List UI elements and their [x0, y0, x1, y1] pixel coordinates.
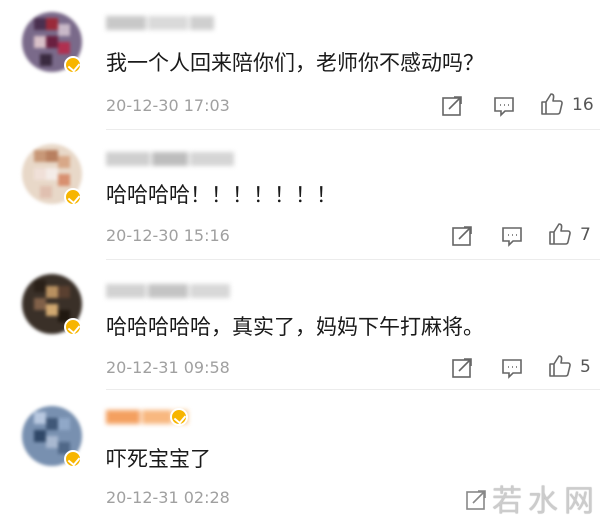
verified-badge-icon [64, 318, 82, 336]
like-count: 16 [572, 95, 594, 115]
watermark-text: 若水网 [492, 484, 600, 519]
comment-time: 20-12-30 17:03 [106, 96, 230, 115]
verified-badge-icon [64, 450, 82, 468]
comment-text: 我一个人回来陪你们，老师你不感动吗？ [106, 51, 484, 75]
comment-time: 20-12-31 09:58 [106, 358, 230, 377]
comment-time: 20-12-31 02:28 [106, 488, 230, 507]
comment-text: 哈哈哈哈哈，真实了，妈妈下午打麻将。 [106, 315, 484, 339]
like-count: 5 [580, 357, 591, 377]
verified-badge-icon [64, 188, 82, 206]
username-blurred[interactable] [106, 14, 216, 32]
username-blurred[interactable] [106, 282, 232, 300]
comment-item: 哈哈哈哈！！！！！！！ 20-12-30 15:16 7 [0, 130, 600, 260]
username-blurred[interactable] [106, 150, 236, 168]
share-icon[interactable] [450, 356, 474, 380]
comment-text: 哈哈哈哈！！！！！！！ [106, 183, 337, 207]
share-icon[interactable] [440, 94, 464, 118]
thumbs-up-icon[interactable] [548, 354, 572, 378]
verified-badge-icon [170, 408, 188, 426]
comment-item: 哈哈哈哈哈，真实了，妈妈下午打麻将。 20-12-31 09:58 5 [0, 260, 600, 390]
watermark: 若水网 [466, 482, 600, 522]
verified-badge-icon [64, 56, 82, 74]
comment-icon[interactable] [500, 356, 524, 380]
comment-text: 吓死宝宝了 [106, 447, 211, 471]
comment-icon[interactable] [500, 224, 524, 248]
share-icon[interactable] [450, 224, 474, 248]
thumbs-up-icon[interactable] [540, 92, 564, 116]
comment-icon[interactable] [492, 94, 516, 118]
comment-time: 20-12-30 15:16 [106, 226, 230, 245]
thumbs-up-icon[interactable] [548, 222, 572, 246]
comment-item: 我一个人回来陪你们，老师你不感动吗？ 20-12-30 17:03 16 [0, 0, 600, 130]
like-count: 7 [580, 225, 591, 245]
